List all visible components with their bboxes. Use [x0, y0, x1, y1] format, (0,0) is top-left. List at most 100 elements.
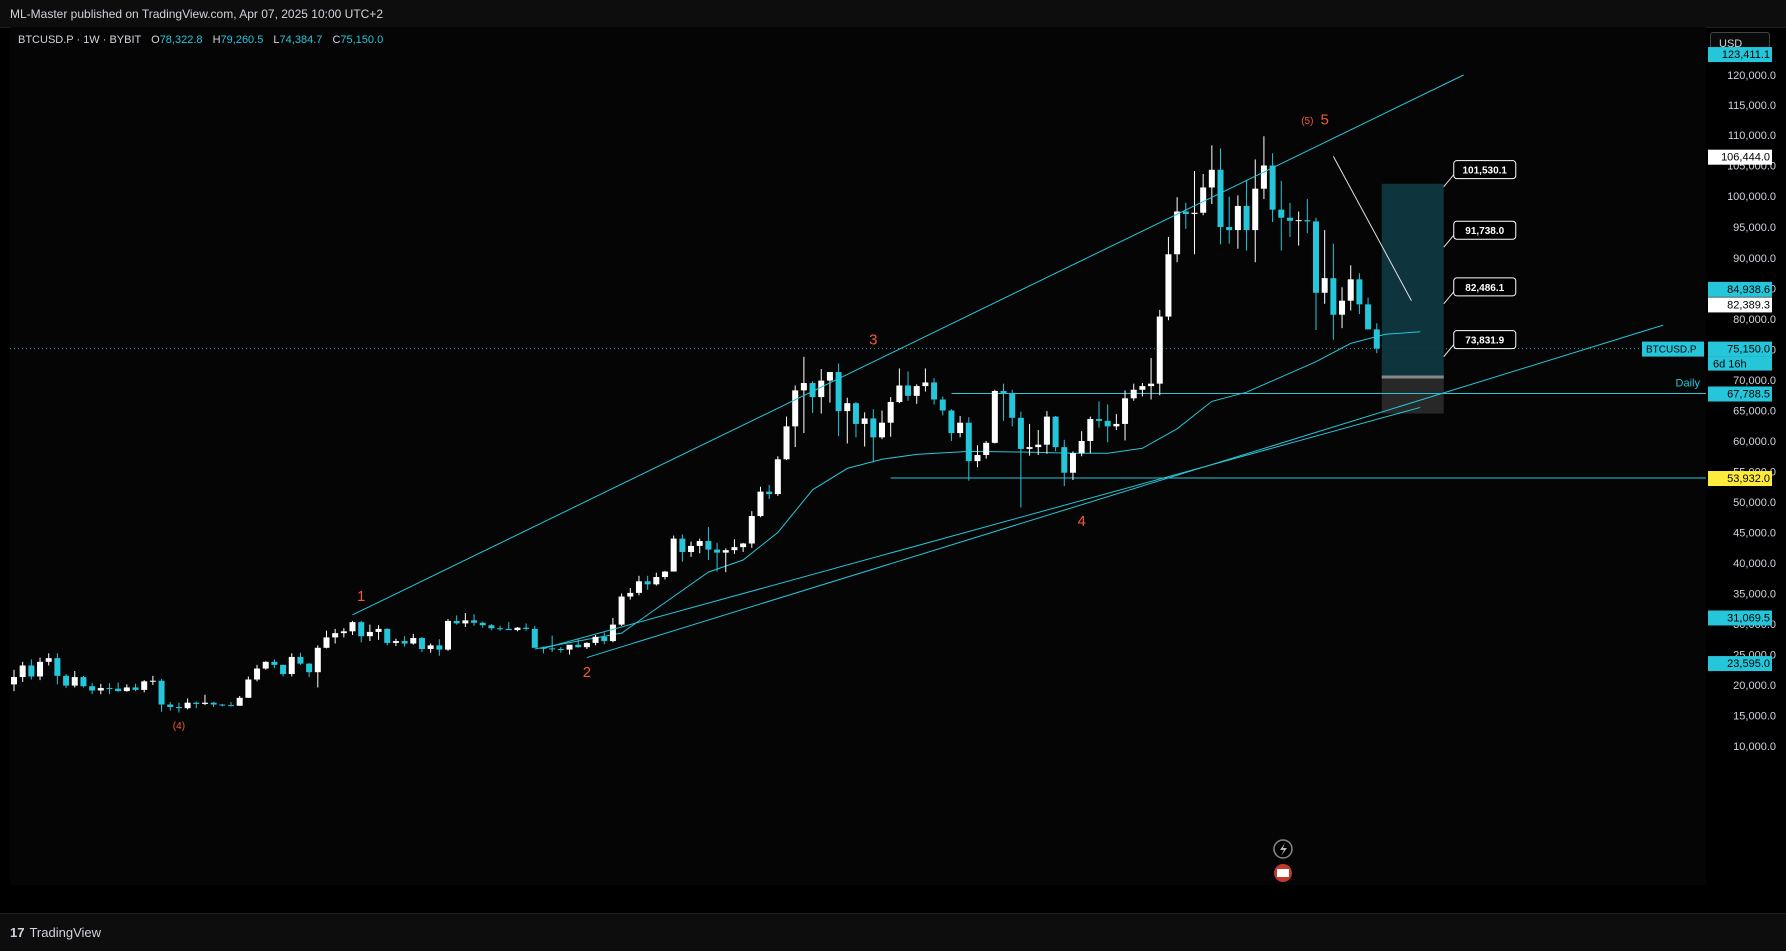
callout-pointer — [1443, 234, 1455, 248]
countdown-text: 6d 16h — [1713, 359, 1747, 371]
candle-body — [1313, 221, 1319, 293]
candle-body — [722, 550, 729, 553]
candle-body — [696, 541, 703, 546]
candle-body — [1286, 217, 1293, 221]
time-axis[interactable] — [0, 885, 1786, 913]
candle-body — [280, 664, 287, 675]
candle-body — [1269, 165, 1276, 210]
candle-body — [549, 648, 556, 650]
candle-body — [141, 681, 148, 690]
candle-body — [262, 661, 269, 669]
candle-body — [635, 581, 642, 593]
candle-body — [132, 687, 139, 690]
high-label: H — [212, 34, 221, 46]
candle-body — [557, 649, 564, 651]
wave-label: 1 — [357, 588, 365, 605]
candle-body — [123, 687, 130, 692]
wave-label: 2 — [583, 664, 591, 681]
candle-body — [1252, 188, 1259, 231]
candle-body — [479, 622, 486, 626]
price-tag-text: 84,938.6 — [1727, 284, 1770, 296]
candle-body — [601, 636, 608, 642]
candle-body — [1304, 220, 1311, 222]
candle-body — [1069, 453, 1076, 473]
candle-body — [1191, 212, 1198, 214]
open-label: O — [151, 34, 160, 46]
candle-body — [818, 380, 825, 398]
candle-body — [28, 665, 35, 677]
price-axis-tick: 120,000.0 — [1727, 70, 1776, 82]
candle-body — [948, 410, 955, 434]
candle-body — [271, 661, 278, 665]
candle-body — [193, 702, 200, 704]
candle-body — [609, 624, 616, 642]
wave-label: (5) — [1301, 116, 1313, 127]
candle-body — [1174, 211, 1181, 255]
candle-body — [19, 665, 26, 678]
candle-body — [705, 541, 712, 550]
callout-pointer — [1443, 344, 1455, 357]
candlestick-chart: Daily101,530.191,738.082,486.173,831.912… — [10, 47, 1776, 908]
candle-body — [662, 571, 668, 578]
candle-body — [974, 455, 981, 462]
candle-body — [679, 538, 686, 553]
candle-body — [896, 385, 903, 402]
brand-name: TradingView — [29, 925, 102, 940]
candle-body — [245, 679, 252, 698]
candle-body — [1330, 278, 1337, 315]
candle-body — [644, 581, 651, 585]
candle-body — [618, 596, 625, 625]
candle-body — [800, 383, 807, 391]
candle-body — [1321, 278, 1328, 293]
candle-body — [63, 675, 70, 686]
price-axis-tick: 95,000.0 — [1733, 222, 1776, 234]
candle-body — [210, 702, 217, 705]
candle-body — [1043, 416, 1050, 445]
candle-body — [392, 641, 399, 643]
candle-body — [184, 702, 191, 709]
price-axis-tick: 35,000.0 — [1733, 589, 1776, 601]
candle-body — [731, 547, 738, 551]
candle-body — [523, 627, 530, 629]
price-axis-tick: 20,000.0 — [1733, 680, 1776, 692]
candle-body — [410, 638, 417, 644]
wave-label: 5 — [1321, 112, 1329, 129]
candle-body — [1260, 165, 1267, 189]
candle-body — [340, 631, 347, 634]
candle-body — [931, 382, 938, 400]
callout-pointer — [1443, 291, 1455, 305]
candle-body — [1347, 279, 1354, 301]
candle-body — [861, 418, 868, 424]
candle-body — [670, 538, 677, 572]
candle-body — [1156, 316, 1163, 384]
price-axis-tick: 100,000.0 — [1727, 191, 1776, 203]
candle-body — [1052, 416, 1059, 448]
candle-body — [436, 645, 443, 650]
candle-body — [80, 677, 87, 687]
candle-body — [939, 399, 946, 411]
candle-body — [54, 658, 61, 676]
candle-body — [1217, 169, 1224, 227]
tradingview-brand[interactable]: 17 TradingView — [10, 925, 101, 940]
price-tag-text: 53,932.0 — [1727, 473, 1770, 485]
candle-body — [97, 688, 104, 691]
candle-body — [1087, 419, 1094, 441]
candle-body — [1104, 420, 1111, 427]
candle-body — [583, 642, 590, 648]
candle-body — [774, 459, 781, 495]
candle-body — [418, 638, 425, 650]
candle-body — [358, 622, 365, 637]
open-value: 78,322.8 — [159, 34, 203, 46]
candle-body — [306, 663, 313, 673]
candle-body — [488, 625, 495, 629]
callout-text: 82,486.1 — [1465, 283, 1504, 294]
candle-body — [349, 622, 356, 632]
candle-body — [158, 680, 165, 705]
candle-body — [297, 656, 304, 664]
price-axis-tick: 110,000.0 — [1728, 130, 1776, 142]
candle-body — [1339, 300, 1346, 315]
price-tag-text: 75,150.0 — [1727, 344, 1770, 356]
candle-body — [757, 491, 764, 517]
candle-body — [1096, 419, 1102, 421]
high-value: 79,260.5 — [220, 34, 264, 46]
